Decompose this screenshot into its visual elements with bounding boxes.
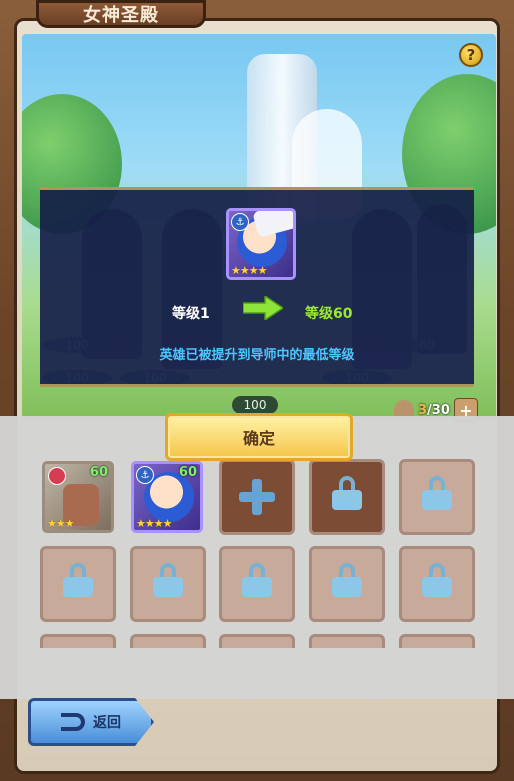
dialog-hero-portrait: ⚓ ★★★★ [226,208,296,280]
plus-icon [239,479,275,515]
level-sync-message: 英雄已被提升到导师中的最低等级 [159,348,355,363]
mentor-slot-locked[interactable] [219,546,295,622]
hero-hat [252,211,293,238]
anchor-icon: ⚓ [231,213,249,231]
mentor-slot-locked[interactable] [309,634,385,648]
mentor-slot-hero-1[interactable]: 60 ★★★ [42,461,114,533]
mentor-slot-add[interactable] [219,459,295,535]
mentor-slot-locked[interactable] [309,459,385,535]
confirm-label: 确定 [242,429,275,448]
mentor-slot-locked[interactable] [399,459,475,535]
hero-stars: ★★★ [47,517,75,530]
fire-element-icon [48,467,66,485]
mentor-slot-locked[interactable] [309,546,385,622]
mentor-slot-locked[interactable] [130,634,206,648]
anchor-icon: ⚓ [136,466,154,484]
lock-icon [63,563,93,597]
arrow-right-icon [243,296,283,320]
hero-level: 60 [89,465,108,480]
mentor-slot-hero-2[interactable]: ⚓ 60 ★★★★ [131,461,203,533]
window-title-tab: 女神圣殿 [36,0,206,28]
lock-icon [153,563,183,597]
help-button[interactable]: ? [459,43,483,67]
level-from: 等级1 [172,306,210,322]
back-button[interactable]: 返回 [28,698,154,746]
level-to: 等级60 [305,306,353,322]
mentor-slot-locked[interactable] [399,546,475,622]
center-pedestal-level: 100 [232,396,278,414]
lock-icon [332,563,362,597]
lock-icon [242,563,272,597]
window-title: 女神圣殿 [83,5,159,26]
back-arrow-icon [61,713,85,731]
mentor-slot-locked[interactable] [130,546,206,622]
lock-icon [422,563,452,597]
game-window: 女神圣殿 100 100 100 100 60 ? ⚓ ★★★★ 等级1 等级6… [0,0,514,781]
mentor-slot-locked[interactable] [399,634,475,648]
confirm-button[interactable]: 确定 [165,413,353,461]
back-label: 返回 [93,715,121,731]
mentor-slot-locked[interactable] [40,634,116,648]
hero-level: 60 [178,465,197,480]
hero-stars: ★★★★ [136,517,172,530]
hero-stars: ★★★★ [231,264,267,277]
mentor-slot-locked[interactable] [219,634,295,648]
help-icon: ? [466,46,476,64]
mentor-slot-locked[interactable] [40,546,116,622]
slot-row-partial [0,634,514,648]
lock-icon [422,476,452,510]
lock-icon [332,476,362,510]
